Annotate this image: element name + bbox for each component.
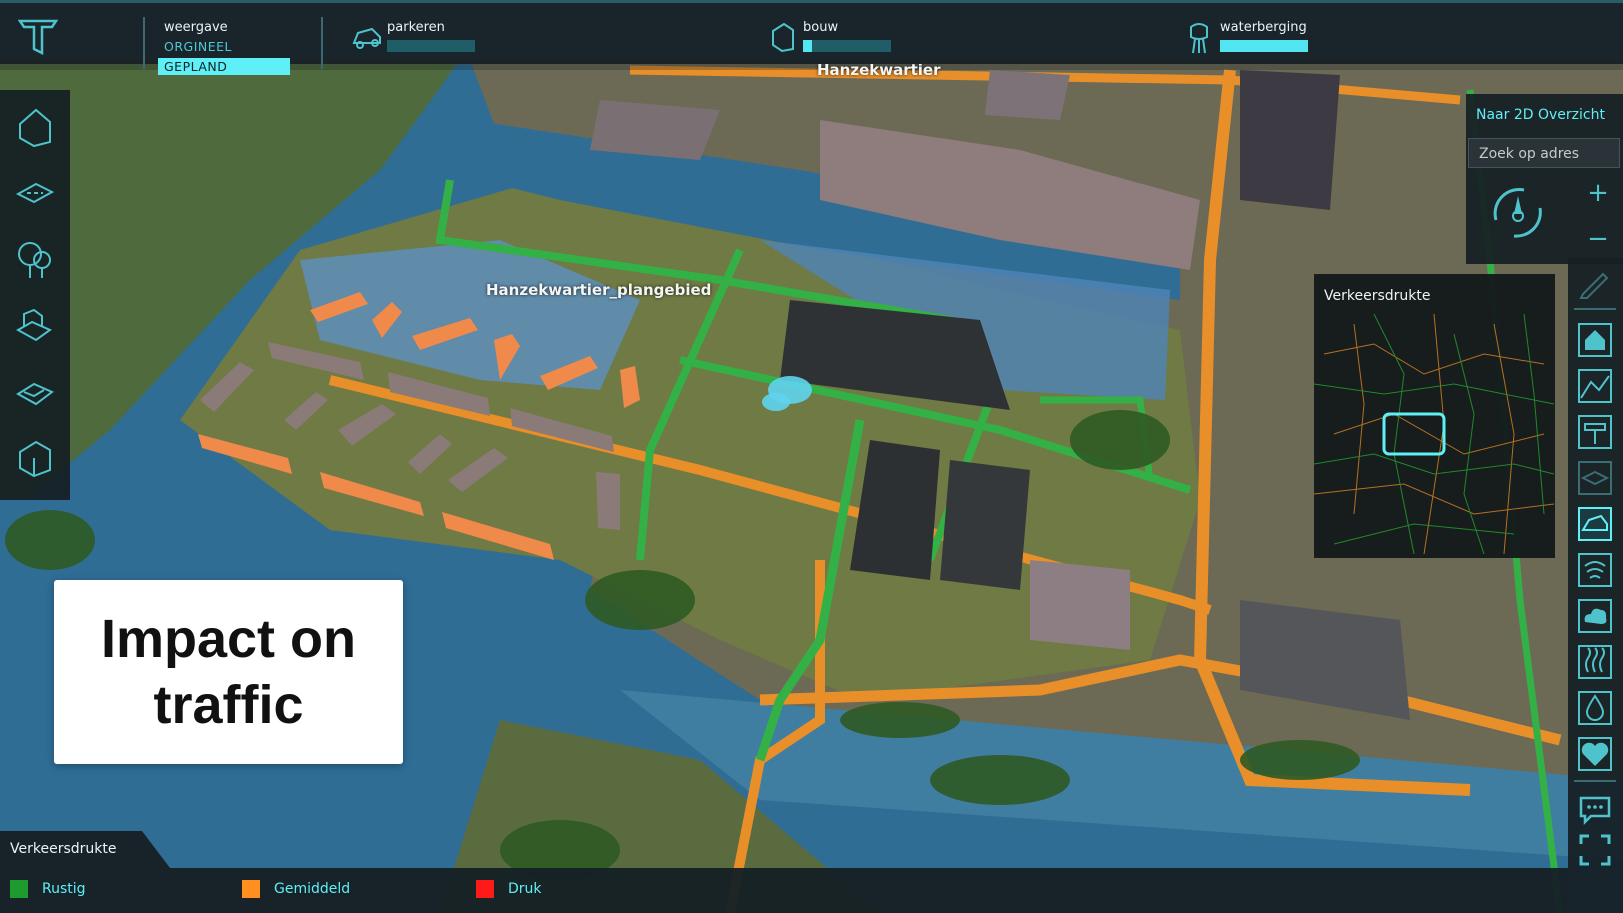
divider (143, 17, 145, 69)
impact-caption-card: Impact on traffic (54, 580, 403, 764)
legend-label: Gemiddeld (274, 881, 351, 897)
noise-overlay-icon[interactable] (1577, 552, 1613, 588)
overview-2d-link[interactable]: Naar 2D Overzicht (1476, 100, 1623, 130)
legend-swatch (10, 880, 28, 898)
legend-label: Rustig (42, 881, 86, 897)
minimap-title: Verkeersdrukte (1324, 288, 1431, 304)
cloud-overlay-icon[interactable] (1577, 598, 1613, 634)
divider (1574, 780, 1616, 782)
demolish-icon[interactable] (14, 304, 56, 346)
divider (321, 17, 323, 69)
heat-overlay-icon[interactable] (1577, 644, 1613, 680)
fullscreen-icon[interactable] (1577, 832, 1613, 868)
right-toolbar (1568, 258, 1623, 913)
house-icon[interactable] (14, 106, 56, 148)
legend-bar (0, 868, 1568, 913)
tygron-logo-icon[interactable] (18, 17, 58, 57)
minimap-viewport-frame (1382, 412, 1446, 456)
legend-swatch (242, 880, 260, 898)
zoom-out-button[interactable]: − (1586, 226, 1610, 252)
home-overlay-icon[interactable] (1577, 322, 1613, 358)
zoom-in-button[interactable]: + (1586, 180, 1610, 206)
indicator-waterberging-bar[interactable] (1220, 40, 1308, 52)
indicator-bouw-label: bouw (803, 20, 839, 35)
building-outline-icon[interactable] (14, 436, 56, 478)
car-icon[interactable] (350, 23, 384, 53)
legend-item-gemiddeld: Gemiddeld (242, 879, 350, 899)
legend-swatch (476, 880, 494, 898)
top-indicator-bar: weergave ORGINEEL GEPLAND parkeren bouw … (0, 0, 1623, 75)
heart-overlay-icon[interactable] (1577, 736, 1613, 772)
view-title: weergave (164, 20, 228, 35)
indicator-bouw-bar[interactable] (803, 40, 891, 52)
sign-overlay-icon[interactable] (1577, 414, 1613, 450)
road-icon[interactable] (14, 172, 56, 214)
legend-item-druk: Druk (476, 879, 542, 899)
view-toggle: weergave ORGINEEL GEPLAND (146, 17, 318, 77)
water-tower-icon[interactable] (1188, 21, 1210, 55)
indicator-waterberging-label: waterberging (1220, 20, 1307, 35)
pencil-icon[interactable] (1577, 266, 1613, 302)
tree-icon[interactable] (14, 238, 56, 280)
view-option-planned[interactable]: GEPLAND (158, 58, 290, 75)
chat-icon[interactable] (1577, 792, 1613, 828)
water-drop-overlay-icon[interactable] (1577, 690, 1613, 726)
traffic-minimap[interactable]: Verkeersdrukte (1314, 274, 1555, 558)
compass-icon[interactable] (1486, 180, 1550, 244)
landscape-overlay-icon[interactable] (1577, 368, 1613, 404)
map-plan-label: Hanzekwartier_plangebied (486, 281, 712, 299)
legend-title: Verkeersdrukte (0, 831, 170, 868)
indicator-parkeren-label: parkeren (387, 20, 445, 35)
left-toolbar (0, 90, 70, 500)
building-icon[interactable] (770, 21, 796, 53)
traffic-overlay-icon[interactable] (1577, 506, 1613, 542)
legend-label: Druk (508, 881, 542, 897)
minimap-graphic (1314, 314, 1555, 555)
terrain-icon[interactable] (14, 370, 56, 412)
impact-caption-text: Impact on traffic (100, 609, 357, 735)
divider (1574, 308, 1616, 310)
view-option-original[interactable]: ORGINEEL (164, 39, 232, 54)
address-search-input[interactable]: Zoek op adres (1468, 138, 1620, 168)
indicator-parkeren-bar[interactable] (387, 40, 475, 52)
legend-item-rustig: Rustig (10, 879, 86, 899)
layers-overlay-icon[interactable] (1577, 460, 1613, 496)
